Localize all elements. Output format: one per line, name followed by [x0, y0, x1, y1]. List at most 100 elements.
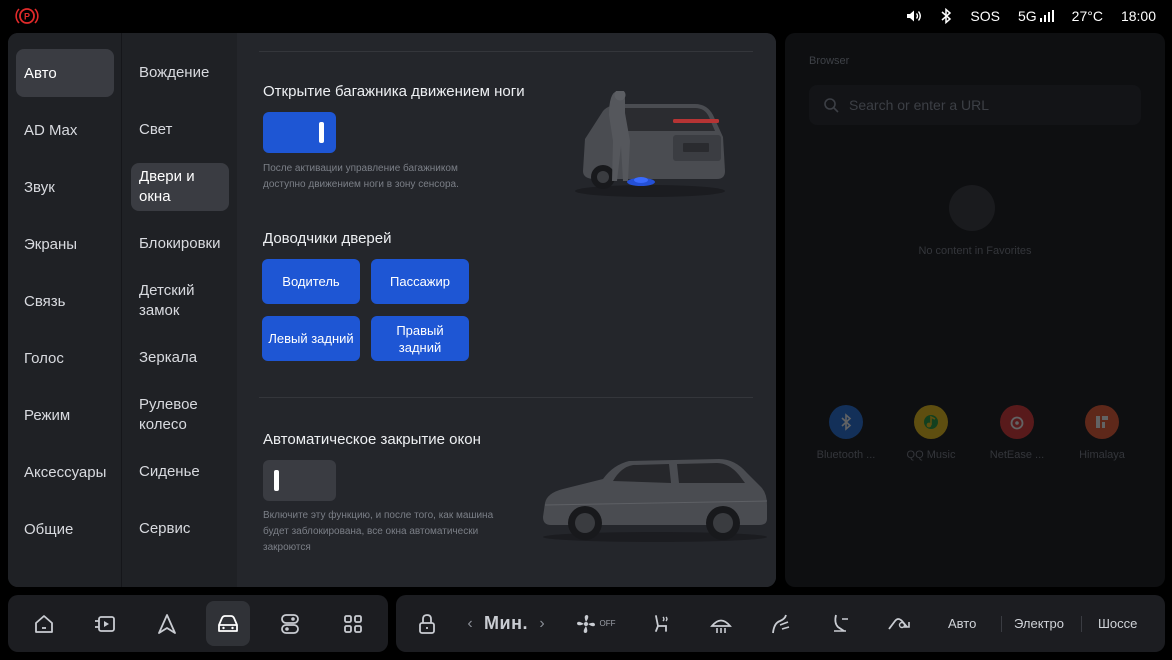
recirculation-button[interactable]: [883, 595, 915, 652]
door-closer-rear-right-button[interactable]: Правый задний: [371, 316, 469, 361]
search-placeholder: Search or enter a URL: [849, 97, 990, 113]
nav-item-locks[interactable]: Блокировки: [131, 220, 229, 268]
secondary-nav: Вождение Свет Двери и окна Блокировки Де…: [122, 33, 237, 587]
dock-right: ‹ Мин. › OFF Авто Электро Шоссе: [396, 595, 1165, 652]
seat-heating-button[interactable]: [646, 595, 676, 652]
door-closer-driver-button[interactable]: Водитель: [262, 259, 360, 304]
app-bluetooth[interactable]: Bluetooth ...: [811, 405, 881, 461]
fan-level-label: Мин.: [484, 613, 528, 633]
recirculation-icon: [888, 617, 910, 630]
bluetooth-icon: [829, 405, 863, 439]
nav-item-general[interactable]: Общие: [16, 505, 114, 553]
airflow-feet-button[interactable]: [825, 595, 855, 652]
nav-item-accessories[interactable]: Аксессуары: [16, 448, 114, 496]
front-defrost-button[interactable]: [706, 595, 736, 652]
primary-nav: Авто AD Max Звук Экраны Связь Голос Режи…: [8, 33, 122, 587]
nav-item-sound[interactable]: Звук: [16, 163, 114, 211]
door-closer-passenger-button[interactable]: Пассажир: [371, 259, 469, 304]
media-button[interactable]: [83, 601, 127, 646]
toggles-icon: [281, 613, 299, 634]
divider: [259, 51, 753, 52]
status-bar: P SOS 5G 27°C 18:00: [0, 0, 1172, 32]
trunk-kick-title: Открытие багажника движением ноги: [263, 83, 525, 100]
browser-title: Browser: [809, 55, 850, 67]
fan-increase-button[interactable]: ›: [534, 595, 550, 652]
browser-search-input[interactable]: Search or enter a URL: [809, 85, 1141, 125]
car-icon: [218, 614, 238, 632]
settings-panel: Авто AD Max Звук Экраны Связь Голос Режи…: [8, 33, 776, 587]
toggles-button[interactable]: [268, 601, 312, 646]
nav-item-lights[interactable]: Свет: [131, 106, 229, 154]
app-label: QQ Music: [906, 449, 956, 461]
toggle-knob: [274, 470, 279, 491]
himalaya-icon: [1085, 405, 1119, 439]
drive-mode-auto[interactable]: Авто: [948, 595, 976, 652]
app-qq-music[interactable]: QQ Music: [896, 405, 966, 461]
fan-level: Мин.: [478, 595, 534, 652]
svg-text:P: P: [24, 12, 30, 22]
sos-label[interactable]: SOS: [970, 8, 1000, 24]
dock-left: [8, 595, 388, 652]
fan-button[interactable]: OFF: [570, 595, 620, 652]
nav-item-ad-max[interactable]: AD Max: [16, 106, 114, 154]
seat-icon: [655, 614, 668, 632]
airflow-feet-icon: [834, 614, 848, 632]
door-closers-title: Доводчики дверей: [263, 230, 392, 247]
drive-mode-electric[interactable]: Электро: [1014, 595, 1064, 652]
app-netease[interactable]: NetEase ...: [982, 405, 1052, 461]
grid-icon: [344, 614, 362, 633]
nav-item-screens[interactable]: Экраны: [16, 220, 114, 268]
trunk-kick-toggle[interactable]: [263, 112, 336, 153]
app-label: Bluetooth ...: [816, 449, 876, 461]
nav-item-doors-windows[interactable]: Двери и окна: [131, 163, 229, 211]
volume-icon[interactable]: [906, 9, 922, 23]
drive-mode-highway[interactable]: Шоссе: [1098, 595, 1137, 652]
lock-button[interactable]: [414, 595, 440, 652]
nav-item-mirrors[interactable]: Зеркала: [131, 334, 229, 382]
nav-item-auto[interactable]: Авто: [16, 49, 114, 97]
navigation-button[interactable]: [145, 601, 189, 646]
search-icon: [824, 98, 839, 113]
nav-item-steering-wheel[interactable]: Рулевое колесо: [131, 391, 229, 439]
nav-item-voice[interactable]: Голос: [16, 334, 114, 382]
home-button[interactable]: [22, 601, 66, 646]
browser-panel: Browser Search or enter a URL No content…: [785, 33, 1165, 587]
nav-item-service[interactable]: Сервис: [131, 505, 229, 553]
door-closer-rear-left-button[interactable]: Левый задний: [262, 316, 360, 361]
network-indicator: 5G: [1018, 8, 1054, 24]
network-label: 5G: [1017, 8, 1037, 24]
car-side-illustration: [543, 459, 768, 542]
parking-brake-icon: P: [15, 8, 39, 24]
fan-icon: [576, 614, 595, 633]
temperature: 27°C: [1071, 8, 1103, 24]
chevron-left-icon: ‹: [467, 614, 473, 632]
nav-item-connectivity[interactable]: Связь: [16, 277, 114, 325]
nav-item-driving[interactable]: Вождение: [131, 49, 229, 97]
home-icon: [35, 614, 53, 633]
lock-icon: [419, 613, 435, 634]
chevron-right-icon: ›: [539, 614, 545, 632]
app-himalaya[interactable]: Himalaya: [1067, 405, 1137, 461]
toggle-knob: [319, 122, 324, 143]
fan-decrease-button[interactable]: ‹: [462, 595, 478, 652]
airflow-face-icon: [772, 614, 790, 633]
nav-item-seat[interactable]: Сиденье: [131, 448, 229, 496]
empty-favorites-text: No content in Favorites: [918, 245, 1032, 257]
front-defrost-icon: [710, 619, 732, 633]
media-icon: [95, 615, 115, 632]
settings-content: Открытие багажника движением ноги После …: [237, 33, 776, 587]
divider: [259, 397, 753, 398]
bluetooth-icon[interactable]: [940, 8, 952, 24]
navigation-icon: [158, 613, 176, 634]
divider: [1081, 616, 1082, 632]
auto-windows-toggle[interactable]: [263, 460, 336, 501]
qq-music-icon: [914, 405, 948, 439]
clock: 18:00: [1120, 8, 1156, 24]
airflow-face-button[interactable]: [765, 595, 795, 652]
auto-windows-hint: Включите эту функцию, и после того, как …: [263, 510, 494, 553]
vehicle-settings-button[interactable]: [206, 601, 250, 646]
nav-item-child-lock[interactable]: Детский замок: [131, 277, 229, 325]
nav-item-mode[interactable]: Режим: [16, 391, 114, 439]
apps-button[interactable]: [331, 601, 375, 646]
signal-icon: [1039, 10, 1054, 22]
